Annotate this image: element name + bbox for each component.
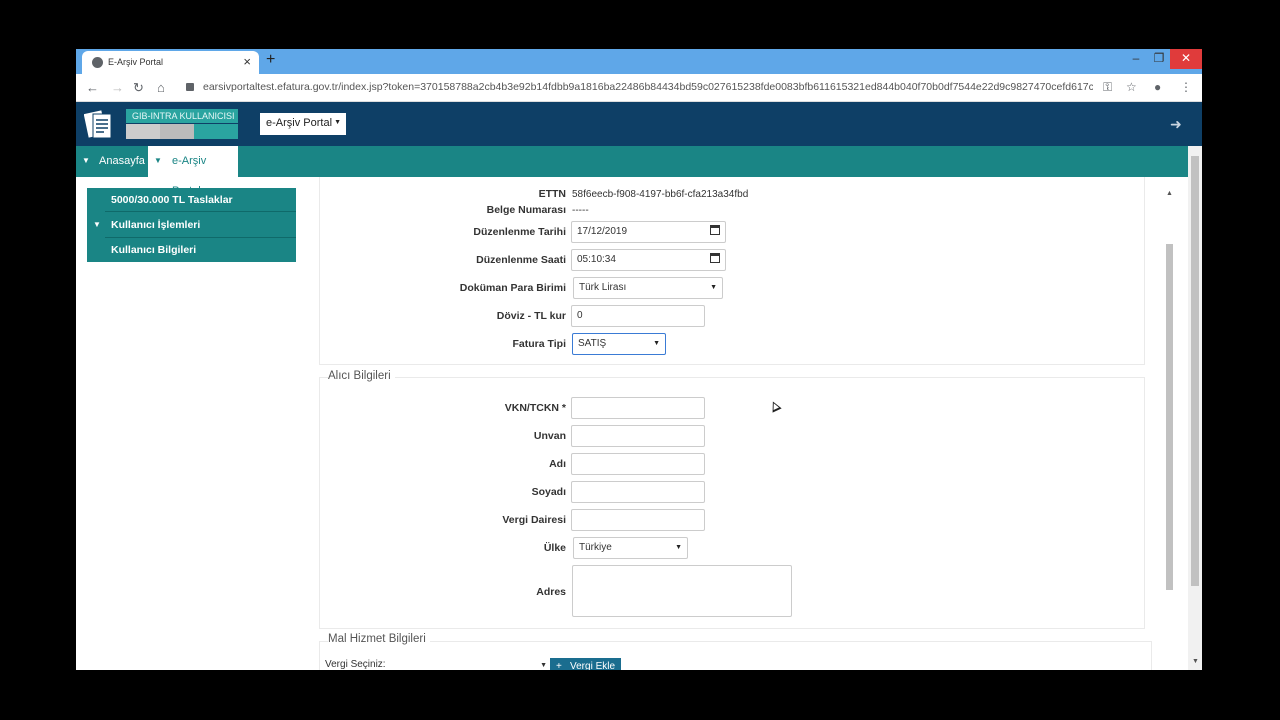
calendar-icon[interactable]	[710, 253, 720, 263]
address-bar-row: ← → ↻ ⌂ earsivportaltest.efatura.gov.tr/…	[76, 74, 1202, 102]
plus-icon: +	[556, 661, 562, 670]
page-scroll-thumb[interactable]	[1191, 156, 1199, 586]
duzenlenme-tarihi-input[interactable]: 17/12/2019	[571, 221, 726, 243]
tab-strip: E-Arşiv Portal × + – ❐ ✕	[76, 49, 1202, 74]
content-scrollbar[interactable]: ▲	[1163, 188, 1175, 670]
user-role-label: GIB-INTRA KULLANICISI	[126, 109, 238, 123]
sidebar-item-taslaklar[interactable]: 5000/30.000 TL Taslaklar	[105, 188, 296, 212]
para-birimi-select[interactable]: Türk Lirası ▼	[573, 277, 723, 299]
calendar-icon[interactable]	[710, 225, 720, 235]
select-value: Türkiye	[579, 542, 612, 553]
vergi-dairesi-input[interactable]	[571, 509, 705, 531]
home-icon[interactable]: ⌂	[157, 80, 165, 95]
dropdown-arrow-icon: ▼	[540, 662, 547, 669]
scroll-down-icon[interactable]: ▼	[1192, 658, 1199, 665]
maximize-button[interactable]: ❐	[1149, 49, 1169, 69]
content-scroll-thumb[interactable]	[1166, 244, 1173, 590]
input-value: 17/12/2019	[577, 226, 628, 237]
user-name-redacted	[126, 124, 238, 139]
back-arrow-icon[interactable]: ←	[86, 80, 99, 95]
document-logo-icon	[84, 110, 112, 139]
sidebar-item-kullanici-bilgileri[interactable]: Kullanıcı Bilgileri	[105, 237, 296, 261]
forward-arrow-icon[interactable]: →	[111, 80, 124, 95]
nav-item-anasayfa[interactable]: ▼ Anasayfa	[82, 146, 145, 177]
button-label: Vergi Ekle	[570, 661, 616, 670]
input-value: 0	[577, 310, 583, 321]
window-close-button[interactable]: ✕	[1170, 49, 1202, 69]
key-icon[interactable]: ⚿	[1103, 80, 1112, 95]
vergi-select[interactable]: Vergi Seçiniz: ▼	[325, 659, 547, 670]
para-birimi-label: Doküman Para Birimi	[459, 282, 566, 294]
dropdown-arrow-icon: ▼	[710, 284, 717, 291]
portal-select[interactable]: e-Arşiv Portal ▼	[260, 113, 346, 135]
logout-icon[interactable]: ➜	[1170, 116, 1182, 133]
page-scrollbar[interactable]: ▼	[1188, 146, 1202, 670]
vkn-tckn-label: VKN/TCKN *	[504, 402, 566, 414]
lock-icon[interactable]	[186, 83, 194, 91]
vkn-tckn-input[interactable]	[571, 397, 705, 419]
browser-menu-icon[interactable]: ⋮	[1180, 80, 1192, 94]
sidebar-item-kullanici-islemleri[interactable]: ▼ Kullanıcı İşlemleri	[87, 213, 296, 237]
reload-icon[interactable]: ↻	[133, 80, 144, 96]
adi-input[interactable]	[571, 453, 705, 475]
sidebar-menu: 5000/30.000 TL Taslaklar ▼ Kullanıcı İşl…	[87, 188, 296, 262]
soyadi-input[interactable]	[571, 481, 705, 503]
adi-label: Adı	[549, 458, 566, 470]
dropdown-arrow-icon: ▼	[334, 119, 341, 126]
fatura-tipi-select[interactable]: SATIŞ ▼	[572, 333, 666, 355]
scroll-up-icon[interactable]: ▲	[1166, 190, 1173, 197]
doviz-kur-label: Döviz - TL kur	[496, 310, 566, 322]
portal-select-value: e-Arşiv Portal	[266, 117, 333, 129]
unvan-label: Unvan	[533, 430, 566, 442]
dropdown-arrow-icon: ▼	[653, 340, 660, 347]
sidebar-item-label: Kullanıcı İşlemleri	[111, 219, 201, 231]
alici-bilgileri-legend: Alıcı Bilgileri	[328, 370, 395, 382]
select-value: SATIŞ	[578, 338, 607, 349]
adres-label: Adres	[536, 586, 566, 598]
select-value: Vergi Seçiniz:	[325, 659, 386, 670]
app-header: GIB-INTRA KULLANICISI e-Arşiv Portal ▼ ➜	[76, 102, 1202, 146]
nav-item-earsiv-portal[interactable]: ▼ e-Arşiv Portal	[148, 146, 238, 197]
adres-textarea[interactable]	[572, 565, 792, 617]
dropdown-arrow-icon: ▼	[675, 544, 682, 551]
browser-tab[interactable]: E-Arşiv Portal ×	[82, 51, 259, 74]
ulke-label: Ülke	[543, 542, 566, 554]
vergi-ekle-button[interactable]: + Vergi Ekle	[550, 658, 621, 670]
ulke-select[interactable]: Türkiye ▼	[573, 537, 688, 559]
bookmark-star-icon[interactable]: ☆	[1126, 80, 1137, 94]
caret-down-icon: ▼	[154, 156, 162, 165]
belge-numarasi-value: -----	[572, 205, 589, 216]
duzenlenme-saati-input[interactable]: 05:10:34	[571, 249, 726, 271]
address-url[interactable]: earsivportaltest.efatura.gov.tr/index.js…	[203, 81, 1093, 93]
ettn-label: ETTN	[538, 188, 566, 200]
fatura-tipi-label: Fatura Tipi	[512, 338, 566, 350]
soyadi-label: Soyadı	[531, 486, 566, 498]
unvan-input[interactable]	[571, 425, 705, 447]
input-value: 05:10:34	[577, 254, 616, 265]
top-nav: ▼ Anasayfa ▼ e-Arşiv Portal	[76, 146, 1202, 197]
tab-title: E-Arşiv Portal	[108, 57, 164, 67]
mal-hizmet-legend: Mal Hizmet Bilgileri	[328, 633, 430, 645]
belge-numarasi-label: Belge Numarası	[486, 204, 566, 216]
duzenlenme-tarihi-label: Düzenlenme Tarihi	[473, 226, 566, 238]
globe-icon	[92, 57, 103, 68]
account-icon[interactable]: ●	[1154, 80, 1161, 94]
vergi-dairesi-label: Vergi Dairesi	[502, 514, 566, 526]
browser-window: E-Arşiv Portal × + – ❐ ✕ ← → ↻ ⌂ earsivp…	[76, 49, 1202, 670]
caret-down-icon: ▼	[93, 220, 101, 229]
new-tab-button[interactable]: +	[266, 51, 275, 69]
tab-close-icon[interactable]: ×	[243, 54, 251, 69]
duzenlenme-saati-label: Düzenlenme Saati	[476, 254, 566, 266]
ettn-value: 58f6eecb-f908-4197-bb6f-cfa213a34fbd	[572, 189, 749, 200]
doviz-kur-input[interactable]: 0	[571, 305, 705, 327]
select-value: Türk Lirası	[579, 282, 627, 293]
caret-down-icon: ▼	[82, 156, 90, 165]
minimize-button[interactable]: –	[1126, 49, 1146, 69]
nav-item-label: Anasayfa	[99, 155, 145, 167]
